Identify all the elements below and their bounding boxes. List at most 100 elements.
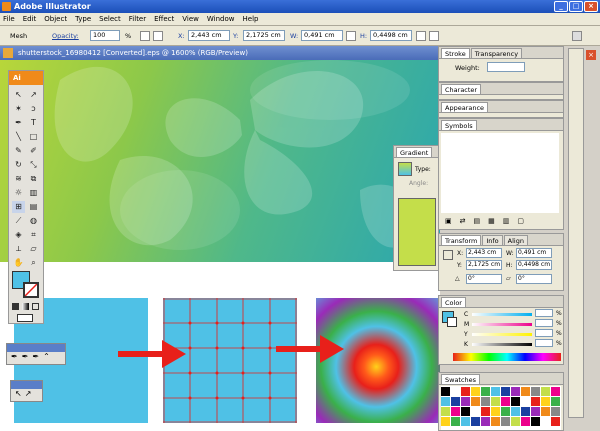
menu-effect[interactable]: Effect: [154, 15, 174, 23]
swatch[interactable]: [521, 397, 530, 406]
swatch[interactable]: [461, 397, 470, 406]
opacity-input[interactable]: 100: [90, 30, 120, 41]
menu-help[interactable]: Help: [243, 15, 259, 23]
tab-character[interactable]: Character: [441, 84, 482, 94]
k-input[interactable]: [535, 339, 553, 347]
swatch[interactable]: [461, 387, 470, 396]
none-mode-icon[interactable]: [32, 303, 39, 310]
swatch[interactable]: [461, 417, 470, 426]
swatch[interactable]: [441, 417, 450, 426]
swatch[interactable]: [521, 417, 530, 426]
swatch[interactable]: [521, 387, 530, 396]
tab-transform[interactable]: Transform: [441, 235, 482, 245]
swatch[interactable]: [531, 397, 540, 406]
swatch[interactable]: [551, 417, 560, 426]
menu-file[interactable]: File: [3, 15, 15, 23]
zoom-tool-icon[interactable]: ⌕: [27, 257, 40, 269]
warp-tool-icon[interactable]: ≋: [12, 173, 25, 185]
rotate-input[interactable]: 0°: [466, 274, 502, 284]
swatch[interactable]: [441, 407, 450, 416]
tab-color[interactable]: Color: [441, 297, 466, 307]
blend-tool-icon[interactable]: ◍: [27, 215, 40, 227]
swatch[interactable]: [491, 387, 500, 396]
screen-mode-icon[interactable]: [17, 314, 33, 322]
menu-type[interactable]: Type: [75, 15, 91, 23]
swatch[interactable]: [481, 407, 490, 416]
menu-window[interactable]: Window: [207, 15, 235, 23]
tab-info[interactable]: Info: [482, 235, 503, 245]
minimize-button[interactable]: _: [554, 1, 568, 12]
swatch[interactable]: [531, 417, 540, 426]
symbol-sprayer-tool-icon[interactable]: ☼: [12, 187, 25, 199]
swatch[interactable]: [491, 397, 500, 406]
pen-tool-icon[interactable]: ✒: [12, 117, 25, 129]
x-input[interactable]: 2,443 cm: [188, 30, 230, 41]
tab-symbols[interactable]: Symbols: [441, 120, 477, 130]
panel-menu-icon[interactable]: [429, 31, 439, 41]
rotate-tool-icon[interactable]: ↻: [12, 159, 25, 171]
artboard-canvas[interactable]: [0, 60, 440, 431]
pencil-tool-icon[interactable]: ✐: [27, 145, 40, 157]
tab-gradient[interactable]: Gradient: [396, 147, 433, 157]
type-tool-icon[interactable]: T: [27, 117, 40, 129]
swatch[interactable]: [451, 387, 460, 396]
menu-view[interactable]: View: [182, 15, 199, 23]
shear-input[interactable]: 0°: [516, 274, 552, 284]
selection-tool-icon[interactable]: ↖: [12, 89, 25, 101]
slice-tool-icon[interactable]: ⟂: [12, 243, 25, 255]
swatch[interactable]: [501, 387, 510, 396]
direct-selection-tool-icon[interactable]: ↗: [27, 89, 40, 101]
hand-tool-icon[interactable]: ✋: [12, 257, 25, 269]
dock-icon[interactable]: [572, 31, 582, 41]
lasso-tool-icon[interactable]: ↄ: [27, 103, 40, 115]
symbols-list[interactable]: [441, 133, 559, 213]
reference-point-icon[interactable]: [443, 250, 453, 260]
tab-transparency[interactable]: Transparency: [470, 48, 523, 58]
slider-y[interactable]: [472, 333, 532, 336]
tab-align[interactable]: Align: [503, 235, 528, 245]
live-paint-tool-icon[interactable]: ◈: [12, 229, 25, 241]
swatch[interactable]: [501, 397, 510, 406]
symbol-actions-icon[interactable]: ▣⇄▤▦▥▢: [445, 217, 532, 225]
swatch[interactable]: [541, 387, 550, 396]
c-input[interactable]: [535, 309, 553, 317]
swatch[interactable]: [541, 417, 550, 426]
gradient-tool-icon[interactable]: ▤: [27, 201, 40, 213]
transform-x-input[interactable]: 2,443 cm: [466, 248, 502, 258]
swatch[interactable]: [491, 417, 500, 426]
maximize-button[interactable]: □: [569, 1, 583, 12]
swatch[interactable]: [551, 387, 560, 396]
swatch[interactable]: [541, 397, 550, 406]
slider-m[interactable]: [472, 323, 532, 326]
transform-y-input[interactable]: 2,1725 cm: [466, 260, 502, 270]
slider-c[interactable]: [472, 313, 532, 316]
menu-select[interactable]: Select: [99, 15, 121, 23]
menu-edit[interactable]: Edit: [23, 15, 37, 23]
swatch[interactable]: [471, 397, 480, 406]
crop-tool-icon[interactable]: ⌗: [27, 229, 40, 241]
swatch[interactable]: [441, 387, 450, 396]
h-input[interactable]: 0,4498 cm: [370, 30, 412, 41]
mesh-tool-icon[interactable]: ⊞: [12, 201, 25, 213]
swatch[interactable]: [551, 397, 560, 406]
m-input[interactable]: [535, 319, 553, 327]
magic-wand-tool-icon[interactable]: ✶: [12, 103, 25, 115]
paintbrush-tool-icon[interactable]: ✎: [12, 145, 25, 157]
swatch[interactable]: [451, 407, 460, 416]
swatch[interactable]: [451, 397, 460, 406]
transform-icon[interactable]: [416, 31, 426, 41]
swatch[interactable]: [511, 387, 520, 396]
swatch[interactable]: [441, 397, 450, 406]
swatch[interactable]: [531, 387, 540, 396]
eraser-tool-icon[interactable]: ▱: [27, 243, 40, 255]
rectangle-tool-icon[interactable]: □: [27, 131, 40, 143]
stroke-swatch[interactable]: [23, 282, 39, 298]
transform-w-input[interactable]: 0,491 cm: [516, 248, 552, 258]
line-tool-icon[interactable]: ╲: [12, 131, 25, 143]
opacity-label[interactable]: Opacity:: [52, 32, 79, 40]
swatch[interactable]: [491, 407, 500, 416]
gradient-preview[interactable]: [398, 162, 412, 176]
arrow-tool-variants-icon[interactable]: ↖↗: [11, 389, 42, 398]
vertical-scrollbar[interactable]: [568, 48, 584, 418]
swatch[interactable]: [471, 417, 480, 426]
